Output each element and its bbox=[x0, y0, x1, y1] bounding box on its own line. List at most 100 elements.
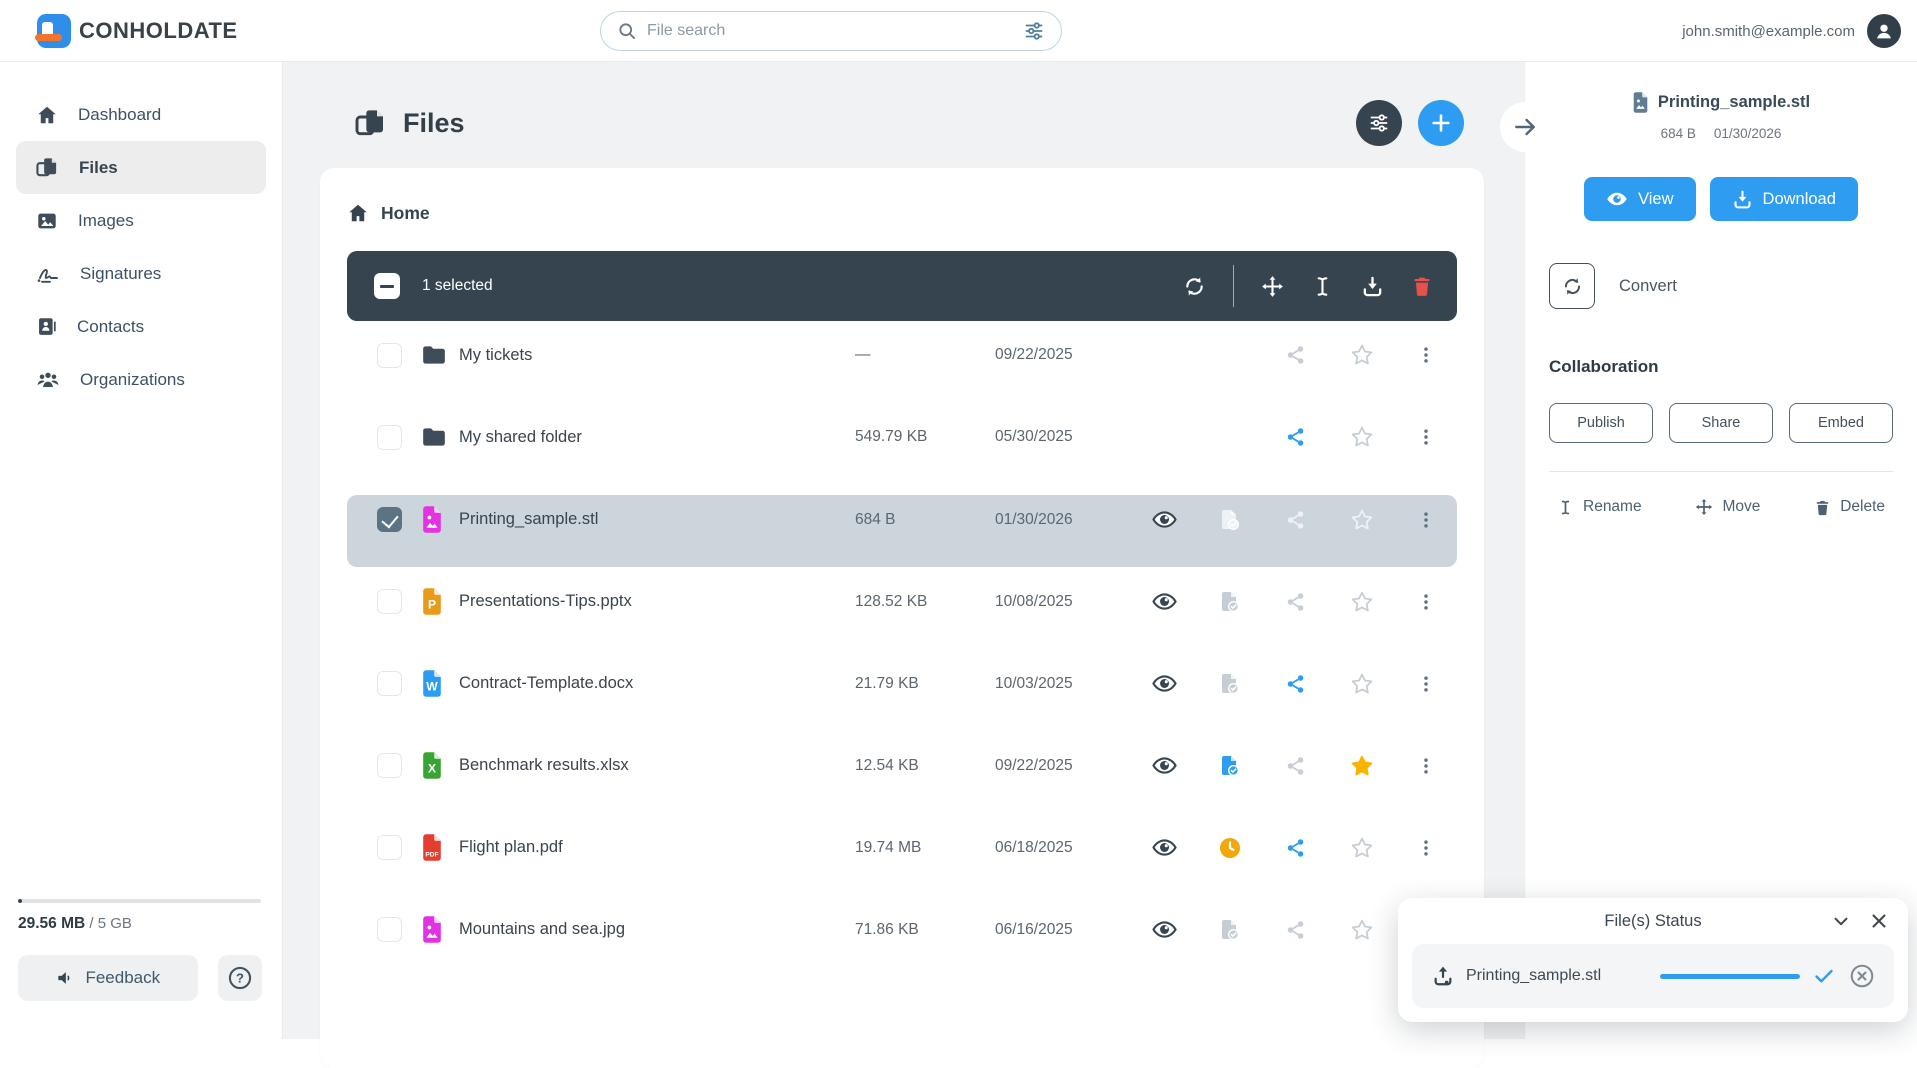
file-search[interactable] bbox=[600, 11, 1062, 51]
approval-status-button[interactable] bbox=[1218, 918, 1242, 942]
status-popup-title: File(s) Status bbox=[1604, 912, 1701, 931]
preview-button[interactable] bbox=[1152, 671, 1177, 696]
share-button[interactable] bbox=[1285, 673, 1307, 695]
feedback-button[interactable]: Feedback bbox=[18, 955, 198, 1001]
sidebar-item-contacts[interactable]: Contacts bbox=[16, 300, 266, 353]
file-date: 10/08/2025 bbox=[995, 593, 1131, 611]
user-email: john.smith@example.com bbox=[1682, 23, 1855, 40]
preview-button[interactable] bbox=[1152, 507, 1177, 532]
file-list: My tickets — 09/22/2025 bbox=[347, 331, 1457, 977]
breadcrumb[interactable]: Home bbox=[347, 188, 1457, 238]
favorite-button[interactable] bbox=[1350, 672, 1374, 696]
row-checkbox[interactable] bbox=[377, 425, 402, 450]
embed-button[interactable]: Embed bbox=[1789, 403, 1893, 443]
row-menu-button[interactable] bbox=[1416, 673, 1436, 695]
approval-status-button[interactable] bbox=[1218, 672, 1242, 696]
share-button[interactable] bbox=[1285, 509, 1307, 531]
cancel-upload-button[interactable] bbox=[1848, 962, 1876, 990]
file-size: 684 B bbox=[855, 511, 995, 529]
select-all-checkbox[interactable] bbox=[374, 273, 400, 299]
move-button[interactable]: Move bbox=[1695, 498, 1760, 516]
share-icon bbox=[1285, 919, 1307, 941]
move-selected-button[interactable] bbox=[1261, 275, 1284, 298]
share-button[interactable] bbox=[1285, 755, 1307, 777]
convert-button[interactable] bbox=[1549, 263, 1595, 309]
file-row[interactable]: Printing_sample.stl 684 B 01/30/2026 bbox=[347, 495, 1457, 567]
approval-status-button[interactable] bbox=[1218, 508, 1242, 532]
delete-button[interactable]: Delete bbox=[1814, 498, 1885, 516]
favorite-button[interactable] bbox=[1350, 754, 1374, 778]
view-button[interactable]: View bbox=[1584, 177, 1695, 221]
preview-button[interactable] bbox=[1152, 917, 1177, 942]
row-checkbox[interactable] bbox=[377, 753, 402, 778]
share-button[interactable]: Share bbox=[1669, 403, 1773, 443]
file-row[interactable]: P Presentations-Tips.pptx 128.52 KB 10/0… bbox=[347, 577, 1457, 649]
file-row[interactable]: W Contract-Template.docx 21.79 KB 10/03/… bbox=[347, 659, 1457, 731]
download-button[interactable]: Download bbox=[1710, 177, 1858, 221]
share-button[interactable] bbox=[1285, 919, 1307, 941]
row-checkbox[interactable] bbox=[377, 343, 402, 368]
row-menu-button[interactable] bbox=[1416, 426, 1436, 448]
favorite-button[interactable] bbox=[1350, 343, 1374, 367]
approval-status-button[interactable] bbox=[1218, 754, 1242, 778]
contacts-icon bbox=[36, 316, 57, 337]
search-input[interactable] bbox=[647, 22, 1013, 40]
view-settings-button[interactable] bbox=[1356, 100, 1402, 146]
preview-button[interactable] bbox=[1152, 753, 1177, 778]
user-avatar[interactable] bbox=[1867, 14, 1901, 48]
file-row[interactable]: X Benchmark results.xlsx 12.54 KB 09/22/… bbox=[347, 741, 1457, 813]
search-icon bbox=[617, 21, 637, 41]
row-checkbox[interactable] bbox=[377, 589, 402, 614]
file-row[interactable]: My tickets — 09/22/2025 bbox=[347, 331, 1457, 403]
file-name: Flight plan.pdf bbox=[459, 838, 855, 857]
row-checkbox[interactable] bbox=[377, 917, 402, 942]
file-row[interactable]: My shared folder 549.79 KB 05/30/2025 bbox=[347, 413, 1457, 485]
row-menu-button[interactable] bbox=[1416, 591, 1436, 613]
star-icon bbox=[1350, 590, 1374, 614]
approval-status-button[interactable] bbox=[1218, 590, 1242, 614]
publish-button[interactable]: Publish bbox=[1549, 403, 1653, 443]
share-button[interactable] bbox=[1285, 591, 1307, 613]
rename-button[interactable]: Rename bbox=[1557, 498, 1642, 516]
delete-selected-button[interactable] bbox=[1411, 275, 1433, 297]
preview-button[interactable] bbox=[1152, 835, 1177, 860]
file-row[interactable]: Mountains and sea.jpg 71.86 KB 06/16/202… bbox=[347, 905, 1457, 977]
favorite-button[interactable] bbox=[1350, 836, 1374, 860]
file-row[interactable]: PDF Flight plan.pdf 19.74 MB 06/18/2025 bbox=[347, 823, 1457, 895]
sidebar-item-signatures[interactable]: Signatures bbox=[16, 247, 266, 300]
download-selected-button[interactable] bbox=[1361, 275, 1384, 298]
row-menu-button[interactable] bbox=[1416, 837, 1436, 859]
row-menu-button[interactable] bbox=[1416, 755, 1436, 777]
minimize-popup-button[interactable] bbox=[1830, 910, 1852, 932]
collapse-panel-button[interactable] bbox=[1500, 102, 1550, 152]
favorite-button[interactable] bbox=[1350, 425, 1374, 449]
favorite-button[interactable] bbox=[1350, 508, 1374, 532]
share-button[interactable] bbox=[1285, 344, 1307, 366]
row-checkbox[interactable] bbox=[377, 507, 402, 532]
rename-selected-button[interactable] bbox=[1311, 275, 1334, 298]
convert-selected-button[interactable] bbox=[1183, 275, 1206, 298]
help-button[interactable]: ? bbox=[218, 955, 262, 1001]
row-menu-button[interactable] bbox=[1416, 344, 1436, 366]
signature-icon bbox=[36, 262, 60, 286]
pending-status-button[interactable] bbox=[1218, 836, 1242, 860]
share-icon bbox=[1285, 755, 1307, 777]
question-icon: ? bbox=[227, 965, 253, 991]
favorite-button[interactable] bbox=[1350, 918, 1374, 942]
file-size: 12.54 KB bbox=[855, 757, 995, 775]
preview-button[interactable] bbox=[1152, 589, 1177, 614]
close-popup-button[interactable] bbox=[1868, 910, 1890, 932]
add-file-button[interactable] bbox=[1418, 100, 1464, 146]
sidebar-item-images[interactable]: Images bbox=[16, 194, 266, 247]
favorite-button[interactable] bbox=[1350, 590, 1374, 614]
row-menu-button[interactable] bbox=[1416, 509, 1436, 531]
row-checkbox[interactable] bbox=[377, 835, 402, 860]
row-checkbox[interactable] bbox=[377, 671, 402, 696]
brand-logo[interactable]: CONHOLDATE bbox=[37, 14, 238, 48]
sidebar-item-files[interactable]: Files bbox=[16, 141, 266, 194]
share-button[interactable] bbox=[1285, 426, 1307, 448]
share-button[interactable] bbox=[1285, 837, 1307, 859]
sidebar-item-organizations[interactable]: Organizations bbox=[16, 353, 266, 406]
search-filter-icon[interactable] bbox=[1023, 20, 1045, 42]
sidebar-item-dashboard[interactable]: Dashboard bbox=[16, 88, 266, 141]
